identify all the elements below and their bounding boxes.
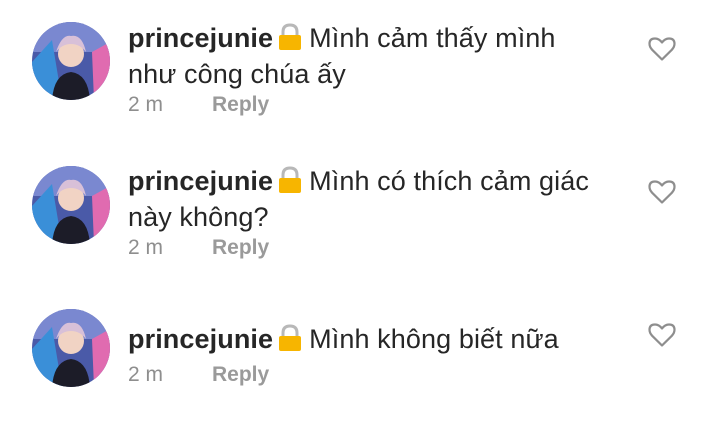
reply-button[interactable]: Reply bbox=[212, 93, 269, 116]
timestamp: 2 m bbox=[128, 93, 164, 116]
comment-meta: 2 m Reply bbox=[128, 93, 269, 117]
username[interactable]: princejunie bbox=[128, 324, 273, 354]
lock-icon bbox=[277, 166, 303, 201]
timestamp: 2 m bbox=[128, 363, 164, 386]
avatar[interactable] bbox=[32, 166, 110, 244]
reply-button[interactable]: Reply bbox=[212, 363, 269, 386]
comment-text: princejunie Mình cảm thấy mình như công c… bbox=[128, 22, 608, 90]
comment-meta: 2 m Reply bbox=[128, 363, 269, 387]
comment-body: Mình không biết nữa bbox=[309, 324, 559, 354]
like-heart-icon[interactable] bbox=[648, 179, 676, 205]
avatar-image bbox=[32, 22, 110, 100]
avatar[interactable] bbox=[32, 309, 110, 387]
like-heart-icon[interactable] bbox=[648, 36, 676, 62]
comment-meta: 2 m Reply bbox=[128, 236, 269, 260]
username[interactable]: princejunie bbox=[128, 166, 273, 196]
avatar-image bbox=[32, 166, 110, 244]
lock-icon bbox=[277, 324, 303, 359]
timestamp: 2 m bbox=[128, 236, 164, 259]
reply-button[interactable]: Reply bbox=[212, 236, 269, 259]
comment-text: princejunie Mình có thích cảm giác này kh… bbox=[128, 165, 608, 233]
like-heart-icon[interactable] bbox=[648, 322, 676, 348]
avatar-image bbox=[32, 309, 110, 387]
comment-text: princejunie Mình không biết nữa bbox=[128, 323, 608, 359]
lock-icon bbox=[277, 23, 303, 58]
avatar[interactable] bbox=[32, 22, 110, 100]
username[interactable]: princejunie bbox=[128, 23, 273, 53]
